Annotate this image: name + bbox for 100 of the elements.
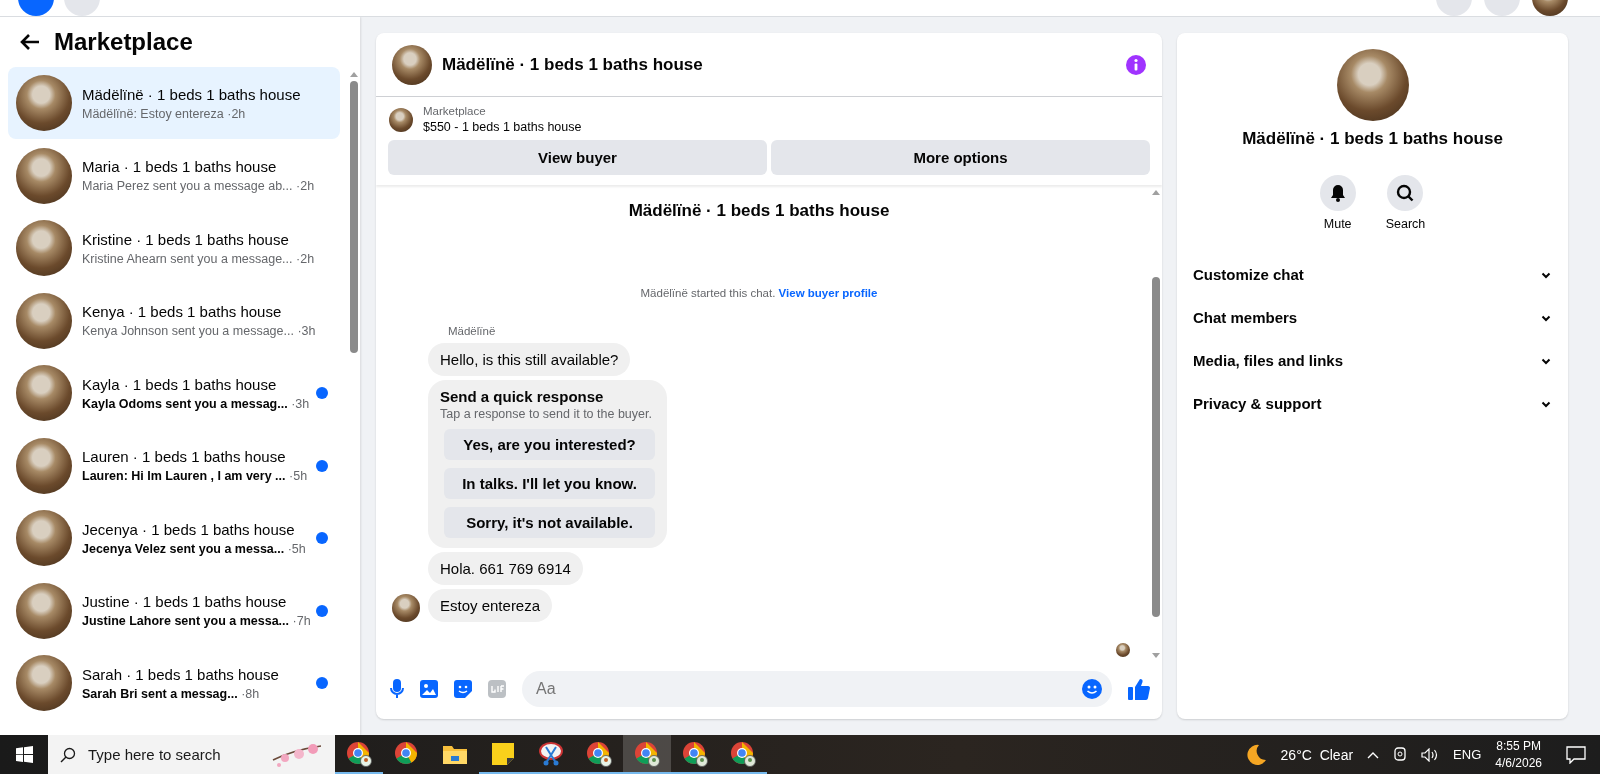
conversation-preview: Lauren: Hi Im Lauren , I am very ...	[82, 469, 286, 483]
quick-response-hint: Tap a response to send it to the buyer.	[440, 407, 653, 421]
conversation-time: ·3h	[291, 396, 310, 411]
chevron-up-icon[interactable]	[1367, 750, 1380, 759]
conversation-title: Kenya · 1 beds 1 baths house	[82, 303, 283, 320]
conversation-title: Lauren · 1 beds 1 baths house	[82, 448, 287, 465]
conversation-time: ·5h	[287, 541, 306, 556]
quick-response-title: Send a quick response	[440, 388, 605, 405]
section-header[interactable]: Media, files and links	[1185, 339, 1560, 382]
conversation-item[interactable]: Mädëlïnë · 1 beds 1 baths house Mädëlïnë: Estoy entereza ·2h	[8, 67, 340, 139]
message-bubble: Hello, is this still available?	[428, 343, 631, 376]
conversation-preview: Maria Perez sent you a message ab...	[82, 179, 293, 193]
avatar-photo	[16, 510, 72, 566]
conversation-preview: Kenya Johnson sent you a message...	[82, 324, 294, 338]
scroll-up-icon[interactable]	[350, 71, 358, 77]
notification-icon[interactable]	[1566, 745, 1586, 764]
listing-summary: $550 - 1 beds 1 baths house	[423, 120, 582, 134]
conversation-title: Kristine · 1 beds 1 baths house	[82, 230, 290, 248]
browser-icon[interactable]	[394, 740, 420, 767]
conversation-title: Jecenya · 1 beds 1 baths house	[82, 520, 296, 538]
conversation-time: ·7h	[292, 614, 311, 628]
conversation-item[interactable]: Sarah · 1 beds 1 baths house Sarah Bri sent a messag... ·8h	[8, 647, 340, 719]
thumbs-up-icon[interactable]	[1128, 678, 1150, 700]
conversation-item[interactable]: Kenya · 1 beds 1 baths house Kenya Johnson sent you a message... ·3h	[8, 284, 340, 357]
section-header[interactable]: Chat members	[1185, 296, 1560, 339]
quick-response-button[interactable]: Sorry, it's not available.	[444, 507, 655, 538]
scissors-icon[interactable]	[538, 740, 564, 767]
conversation-item[interactable]: Jecenya · 1 beds 1 baths house Jecenya Velez sent you a messa... ·5h	[8, 502, 340, 574]
quick-response-button[interactable]: In talks. I'll let you know.	[444, 468, 655, 499]
conversation-preview: Justine Lahore sent you a messa...	[82, 614, 290, 628]
unread-dot	[316, 677, 328, 689]
unread-dot	[316, 387, 328, 399]
conversation-title: Kayla · 1 beds 1 baths house	[82, 375, 278, 393]
search-icon	[60, 746, 76, 763]
conversation-title: Maria · 1 beds 1 baths house	[82, 158, 278, 175]
avatar-photo	[16, 220, 72, 276]
conversation-preview: Jecenya Velez sent you a messa...	[82, 541, 285, 556]
taskbar-app[interactable]	[623, 735, 671, 774]
conversation-preview: Kayla Odoms sent you a messag...	[82, 396, 288, 411]
conversation-time: ·2h	[227, 106, 246, 121]
browser-icon[interactable]	[730, 740, 756, 767]
conversation-item[interactable]: Justine · 1 beds 1 baths house Justine Lahore sent you a messa... ·7h	[8, 574, 340, 647]
action-button[interactable]: More options	[771, 140, 1150, 175]
composer-bar[interactable]: Aa	[522, 671, 1112, 707]
quick-response-button[interactable]: Yes, are you interested?	[444, 429, 655, 460]
windows-icon[interactable]	[15, 746, 33, 763]
sticker-icon[interactable]	[454, 680, 472, 698]
conversation-title: Justine · 1 beds 1 baths house	[82, 593, 288, 610]
conversation-time: ·2h	[296, 179, 315, 193]
conversation-item[interactable]: Kristine · 1 beds 1 baths house Kristine Ahearn sent you a message... ·2h	[8, 212, 340, 284]
image-icon[interactable]	[420, 680, 438, 698]
unread-dot	[316, 604, 328, 617]
message-bubble: Estoy entereza	[428, 589, 553, 622]
section-header[interactable]: Privacy & support	[1185, 382, 1560, 425]
browser-icon[interactable]	[346, 740, 372, 767]
info-icon[interactable]	[1126, 54, 1146, 75]
chat-title: Mädëlïnë · 1 beds 1 baths house	[442, 54, 704, 75]
listing-source: Marketplace	[423, 105, 487, 117]
search-icon	[1396, 184, 1415, 202]
conversation-preview: Sarah Bri sent a messag...	[82, 686, 238, 701]
page-title: Marketplace	[54, 28, 193, 56]
sticky-note-icon[interactable]	[491, 741, 515, 766]
listing-photo	[389, 107, 413, 132]
unread-dot	[316, 459, 328, 472]
browser-icon[interactable]	[634, 740, 660, 767]
browser-icon[interactable]	[682, 740, 708, 767]
clock[interactable]: 8:55 PM 4/6/2026	[1495, 737, 1542, 772]
conversation-time: ·5h	[289, 469, 308, 483]
taskbar-search-field[interactable]: Type here to search	[48, 735, 335, 774]
thread-title: Mädëlïnë · 1 beds 1 baths house	[627, 201, 891, 221]
conversation-item[interactable]: Lauren · 1 beds 1 baths house Lauren: Hi Im Lauren , I am very ... ·5h	[8, 429, 340, 502]
conversation-item[interactable]: Maria · 1 beds 1 baths house Maria Perez sent you a message ab... ·2h	[8, 139, 340, 212]
conversation-preview: Kristine Ahearn sent you a message...	[82, 251, 293, 266]
conversation-preview: Mädëlïnë: Estoy entereza	[82, 106, 224, 121]
message-input[interactable]: Aa	[534, 679, 1074, 699]
avatar-photo	[16, 365, 72, 421]
conversation-title: Mädëlïnë · 1 beds 1 baths house	[82, 85, 302, 103]
chat-notice: Mädëlïnë started this chat. View buyer profile	[639, 287, 879, 299]
microphone-icon[interactable]	[390, 679, 404, 699]
speaker-icon[interactable]	[1421, 747, 1440, 762]
weather-text[interactable]: 26°C Clear	[1280, 746, 1354, 763]
avatar-photo	[16, 655, 72, 711]
back-arrow-icon[interactable]	[20, 33, 40, 51]
conversation-time: ·3h	[297, 324, 316, 338]
conversation-item[interactable]: Kayla · 1 beds 1 baths house Kayla Odoms sent you a messag... ·3h	[8, 357, 340, 429]
action-button[interactable]: View buyer	[388, 140, 767, 175]
buyer-profile-link[interactable]: View buyer profile	[778, 287, 878, 299]
language-indicator[interactable]: ENG	[1453, 747, 1482, 762]
conversation-title: Sarah · 1 beds 1 baths house	[82, 665, 280, 683]
message-bubble: Hola. 661 769 6914	[428, 552, 583, 585]
conversation-time: ·8h	[241, 686, 260, 701]
avatar-photo	[392, 594, 420, 622]
avatar-photo	[16, 75, 72, 131]
contact-name: Mädëlïnë · 1 beds 1 baths house	[1242, 129, 1503, 149]
camera-icon[interactable]	[1393, 746, 1408, 763]
emoji-icon[interactable]	[1082, 679, 1102, 699]
scroll-up-icon[interactable]	[1152, 189, 1160, 195]
section-header[interactable]: Customize chat	[1185, 253, 1560, 296]
browser-icon[interactable]	[586, 740, 612, 767]
scroll-down-icon[interactable]	[1152, 653, 1160, 659]
